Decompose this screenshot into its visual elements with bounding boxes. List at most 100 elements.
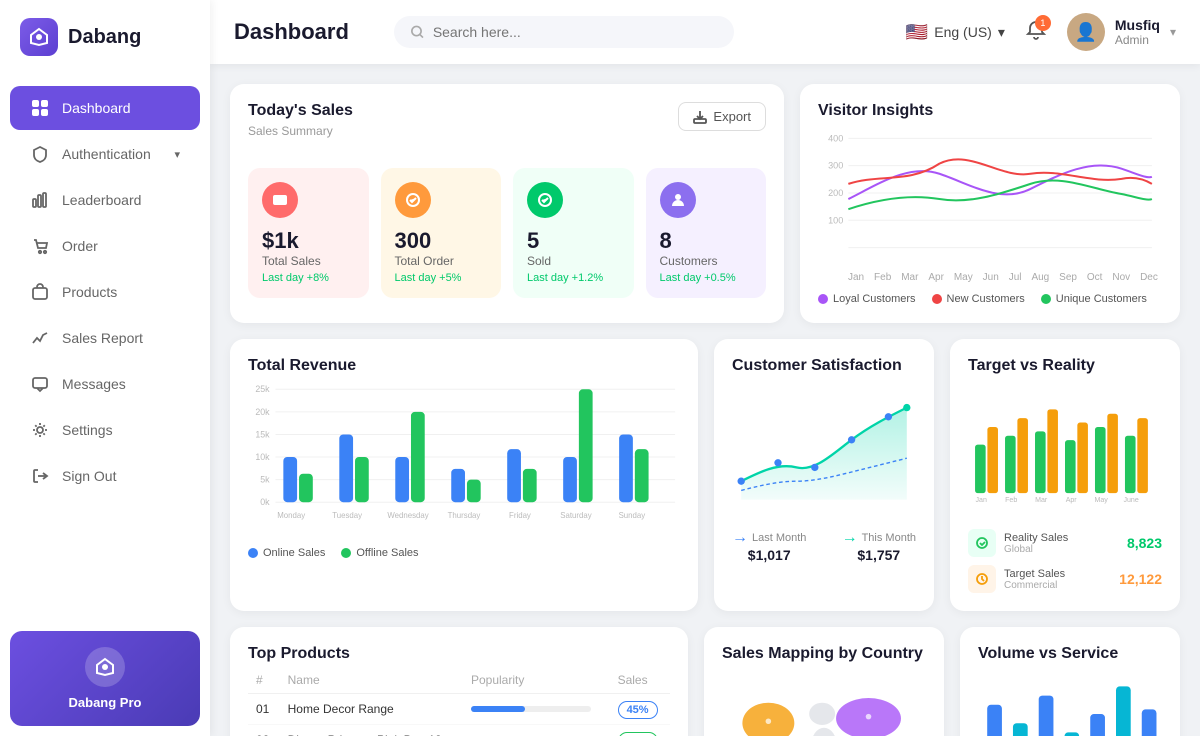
target-vs-reality-card: Target vs Reality (950, 339, 1180, 611)
svg-text:Tuesday: Tuesday (332, 511, 362, 520)
svg-text:May: May (1094, 497, 1108, 504)
stat-label: Total Sales (262, 254, 355, 268)
svg-text:400: 400 (828, 133, 843, 143)
stat-sold: 5 Sold Last day +1.2% (513, 168, 634, 298)
table-row: 01 Home Decor Range 45% (248, 694, 670, 725)
stat-label: Customers (660, 254, 753, 268)
sold-icon (527, 182, 563, 218)
search-input[interactable] (433, 24, 718, 40)
reality-name: Reality Sales (1004, 532, 1119, 544)
target-icon (968, 565, 996, 593)
sidebar: Dabang Dashboard Authentication ▾ Leader… (0, 0, 210, 736)
sales-subtitle: Sales Summary (248, 124, 353, 138)
offline-label: Offline Sales (356, 547, 418, 559)
sidebar-item-order[interactable]: Order (10, 224, 200, 268)
sidebar-item-label: Order (62, 238, 98, 254)
row-3: Top Products # Name Popularity Sales 01 … (230, 627, 1180, 736)
svg-text:100: 100 (828, 215, 843, 225)
unique-label: Unique Customers (1056, 293, 1147, 305)
target-sales-metric: Target Sales Commercial 12,122 (968, 565, 1162, 593)
top-products-card: Top Products # Name Popularity Sales 01 … (230, 627, 688, 736)
sidebar-item-sign-out[interactable]: Sign Out (10, 454, 200, 498)
satisfaction-line-chart (732, 379, 916, 519)
main-area: Dashboard 🇺🇸 Eng (US) ▾ 1 👤 Musfiq Admin (210, 0, 1200, 736)
svg-text:0k: 0k (260, 497, 270, 507)
legend-unique: Unique Customers (1041, 293, 1147, 305)
visitor-x-axis: JanFebMar AprMayJun JulAugSep OctNovDec (818, 272, 1162, 283)
avatar: 👤 (1067, 13, 1105, 51)
settings-icon (30, 420, 50, 440)
reality-sales-metric: Reality Sales Global 8,823 (968, 529, 1162, 557)
insights-title: Visitor Insights (818, 102, 1162, 120)
sidebar-item-settings[interactable]: Settings (10, 408, 200, 452)
sales-icon (262, 182, 298, 218)
volume-bar-chart (978, 667, 1162, 736)
table-header-row: # Name Popularity Sales (248, 667, 670, 694)
legend-new: New Customers (932, 293, 1025, 305)
stat-total-sales: $1k Total Sales Last day +8% (248, 168, 369, 298)
svg-text:Jan: Jan (976, 497, 987, 504)
offline-sales-legend: Offline Sales (341, 547, 418, 559)
sidebar-pro-banner[interactable]: Dabang Pro (10, 631, 200, 726)
sign-out-icon (30, 466, 50, 486)
world-map (722, 667, 926, 736)
sidebar-item-leaderboard[interactable]: Leaderboard (10, 178, 200, 222)
sales-header: Today's Sales Sales Summary Export (248, 102, 766, 152)
svg-text:25k: 25k (255, 384, 270, 394)
products-title: Top Products (248, 645, 670, 663)
popularity-bar (471, 706, 591, 712)
svg-text:200: 200 (828, 188, 843, 198)
visitor-chart-area: 400 300 200 100 (818, 124, 1162, 264)
pro-icon (85, 647, 125, 687)
col-sales: Sales (610, 667, 670, 694)
visitor-insights-card: Visitor Insights 400 300 200 100 (800, 84, 1180, 323)
row-1: Today's Sales Sales Summary Export $1 (230, 84, 1180, 323)
svg-text:Saturday: Saturday (560, 511, 591, 520)
table-row: 02 Disney Princess Pink Bag 18 29% (248, 725, 670, 736)
stats-grid: $1k Total Sales Last day +8% 300 Total O… (248, 168, 766, 298)
sidebar-item-messages[interactable]: Messages (10, 362, 200, 406)
satisfaction-chart (732, 379, 916, 519)
offline-dot (341, 548, 351, 558)
language-selector[interactable]: 🇺🇸 Eng (US) ▾ (906, 22, 1005, 43)
revenue-title: Total Revenue (248, 357, 680, 375)
export-button[interactable]: Export (678, 102, 766, 131)
lang-chevron-icon: ▾ (998, 24, 1005, 41)
sidebar-item-dashboard[interactable]: Dashboard (10, 86, 200, 130)
stat-change: Last day +8% (262, 272, 355, 284)
user-chevron-icon: ▾ (1170, 25, 1176, 39)
stat-customers: 8 Customers Last day +0.5% (646, 168, 767, 298)
revenue-chart: 25k 20k 15k 10k 5k 0k (248, 379, 680, 539)
logo-icon (20, 18, 58, 56)
target-chart: Jan Feb Mar Apr May June (968, 379, 1162, 519)
svg-text:10k: 10k (255, 452, 270, 462)
user-info[interactable]: 👤 Musfiq Admin ▾ (1067, 13, 1176, 51)
map-svg (722, 667, 926, 736)
sidebar-item-products[interactable]: Products (10, 270, 200, 314)
sidebar-item-sales-report[interactable]: Sales Report (10, 316, 200, 360)
header-right: 🇺🇸 Eng (US) ▾ 1 👤 Musfiq Admin ▾ (906, 13, 1176, 51)
user-name: Musfiq (1115, 17, 1160, 33)
notification-badge: 1 (1035, 15, 1051, 31)
last-month-value: $1,017 (732, 547, 806, 563)
target-value: 12,122 (1119, 571, 1162, 587)
stat-change: Last day +0.5% (660, 272, 753, 284)
sidebar-item-label: Dashboard (62, 100, 131, 116)
notifications-button[interactable]: 1 (1025, 19, 1047, 46)
target-name: Target Sales (1004, 568, 1111, 580)
sidebar-item-authentication[interactable]: Authentication ▾ (10, 132, 200, 176)
export-label: Export (713, 109, 751, 124)
pro-label: Dabang Pro (26, 695, 184, 710)
this-month-label: This Month (862, 532, 916, 544)
shield-icon (30, 144, 50, 164)
svg-text:Friday: Friday (509, 511, 531, 520)
sales-report-icon (30, 328, 50, 348)
online-dot (248, 548, 258, 558)
svg-text:Feb: Feb (1005, 497, 1017, 504)
svg-text:300: 300 (828, 161, 843, 171)
search-bar[interactable] (394, 16, 734, 48)
stat-value: 300 (395, 228, 488, 254)
products-table: # Name Popularity Sales 01 Home Decor Ra… (248, 667, 670, 736)
svg-text:June: June (1123, 497, 1138, 504)
row-2: Total Revenue 25k 20k 15k 10k 5k 0k (230, 339, 1180, 611)
